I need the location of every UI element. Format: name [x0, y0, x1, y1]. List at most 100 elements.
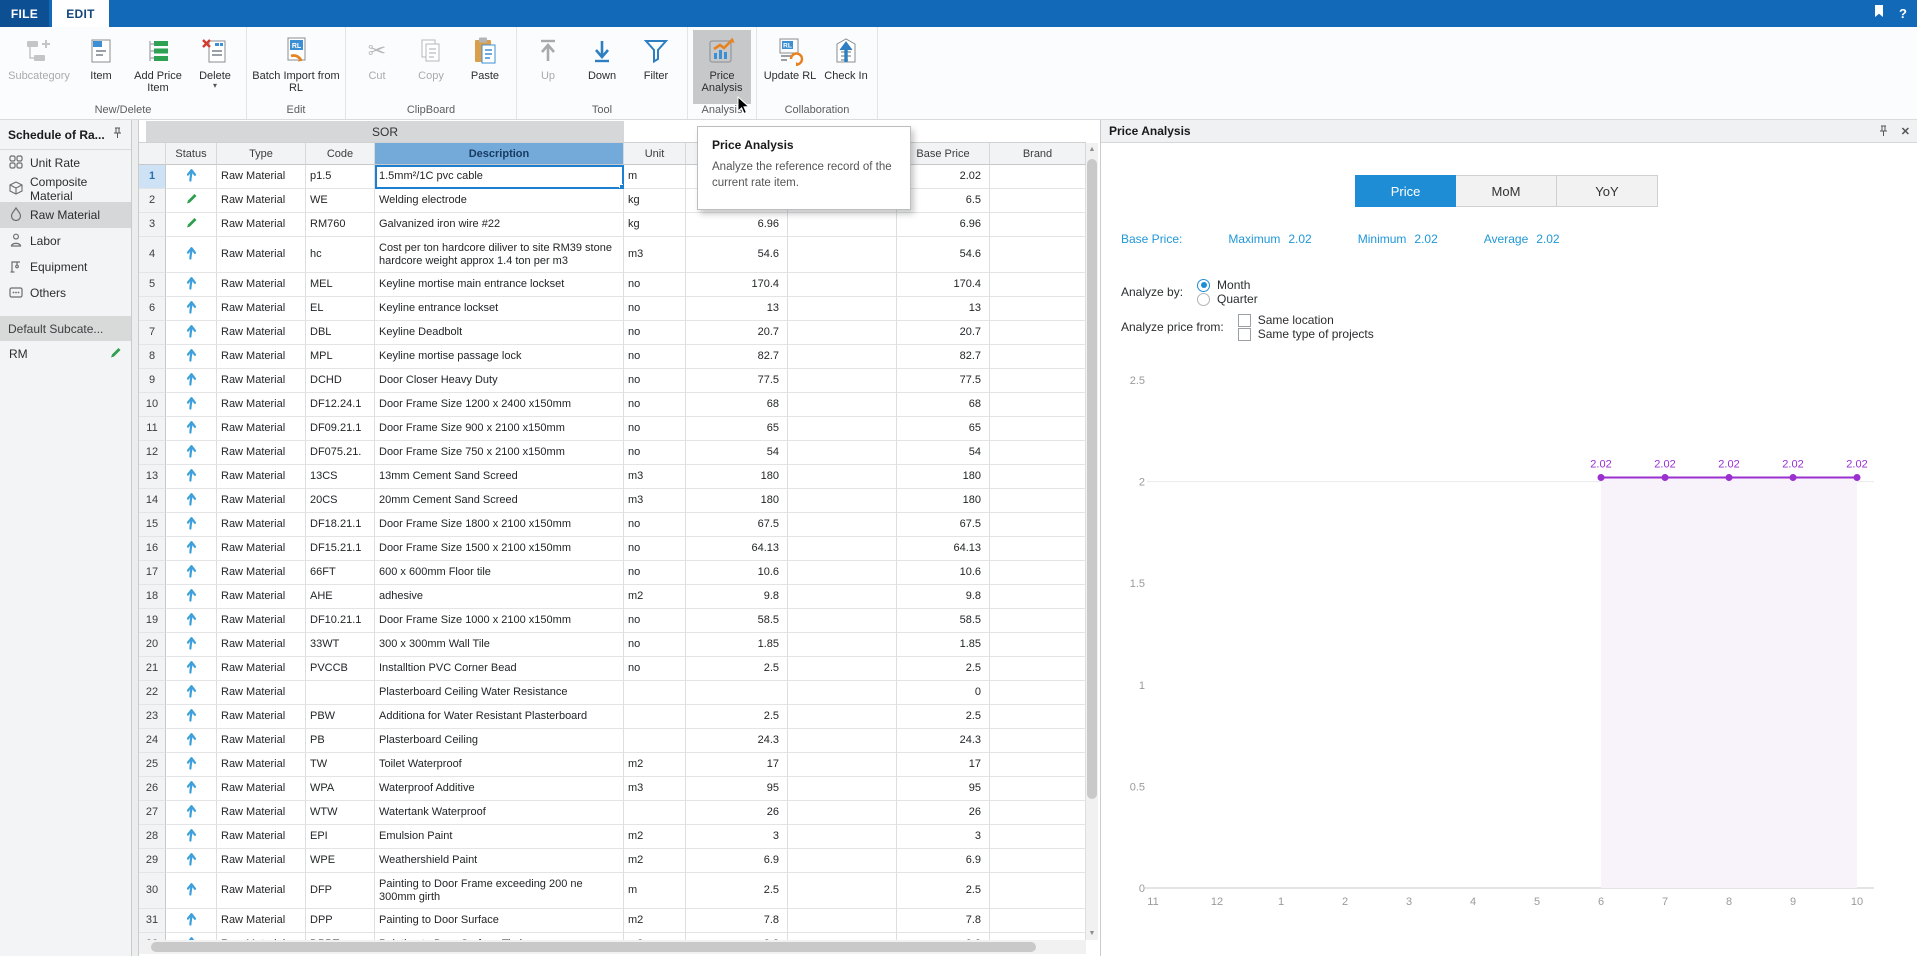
type-cell[interactable]: Raw Material — [217, 273, 306, 297]
unit-cell[interactable]: m2 — [624, 849, 686, 873]
unit-cell[interactable]: kg — [624, 189, 686, 213]
table-row[interactable]: 16Raw MaterialDF15.21.1Door Frame Size 1… — [139, 537, 1086, 561]
type-cell[interactable]: Raw Material — [217, 933, 306, 940]
status-cell[interactable] — [166, 189, 217, 213]
status-cell[interactable] — [166, 213, 217, 237]
item-button[interactable]: Item — [75, 30, 127, 104]
extra-cell[interactable] — [788, 633, 897, 657]
status-cell[interactable] — [166, 297, 217, 321]
rate-cell[interactable]: 7.8 — [686, 909, 788, 933]
brand-cell[interactable] — [990, 213, 1086, 237]
base-price-cell[interactable]: 20.7 — [897, 321, 990, 345]
description-cell[interactable]: Galvanized iron wire #22 — [375, 213, 624, 237]
sidebar-item-rm[interactable]: RM — [0, 341, 131, 367]
brand-cell[interactable] — [990, 393, 1086, 417]
brand-cell[interactable] — [990, 441, 1086, 465]
type-cell[interactable]: Raw Material — [217, 345, 306, 369]
rate-cell[interactable]: 95 — [686, 777, 788, 801]
checkbox-icon[interactable] — [1238, 314, 1251, 327]
description-cell[interactable]: 300 x 300mm Wall Tile — [375, 633, 624, 657]
description-cell[interactable]: Door Frame Size 1000 x 2100 x150mm — [375, 609, 624, 633]
code-cell[interactable]: hc — [306, 237, 375, 273]
rate-cell[interactable]: 54 — [686, 441, 788, 465]
brand-cell[interactable] — [990, 609, 1086, 633]
brand-cell[interactable] — [990, 849, 1086, 873]
row-number-cell[interactable]: 4 — [139, 237, 166, 273]
checkbox-same-location[interactable]: Same location — [1238, 313, 1374, 327]
unit-cell[interactable]: m — [624, 873, 686, 909]
unit-cell[interactable]: no — [624, 537, 686, 561]
type-cell[interactable]: Raw Material — [217, 513, 306, 537]
code-cell[interactable]: MPL — [306, 345, 375, 369]
down-button[interactable]: Down — [576, 30, 628, 104]
base-price-cell[interactable]: 8.2 — [897, 933, 990, 940]
base-price-cell[interactable]: 0 — [897, 681, 990, 705]
extra-cell[interactable] — [788, 393, 897, 417]
batch-import-from-rl-button[interactable]: RLBatch Import from RL — [252, 30, 340, 104]
description-cell[interactable]: Plasterboard Ceiling Water Resistance — [375, 681, 624, 705]
brand-cell[interactable] — [990, 537, 1086, 561]
brand-cell[interactable] — [990, 633, 1086, 657]
column-header-blank[interactable] — [139, 143, 166, 165]
row-number-cell[interactable]: 8 — [139, 345, 166, 369]
rate-cell[interactable]: 2.5 — [686, 657, 788, 681]
table-row[interactable]: 25Raw MaterialTWToilet Waterproofm21717 — [139, 753, 1086, 777]
type-cell[interactable]: Raw Material — [217, 441, 306, 465]
type-cell[interactable]: Raw Material — [217, 213, 306, 237]
extra-cell[interactable] — [788, 561, 897, 585]
code-cell[interactable]: EPI — [306, 825, 375, 849]
status-cell[interactable] — [166, 705, 217, 729]
row-number-cell[interactable]: 26 — [139, 777, 166, 801]
row-number-cell[interactable]: 10 — [139, 393, 166, 417]
base-price-cell[interactable]: 9.8 — [897, 585, 990, 609]
base-price-cell[interactable]: 67.5 — [897, 513, 990, 537]
table-row[interactable]: 2Raw MaterialWEWelding electrodekg6.5 — [139, 189, 1086, 213]
description-cell[interactable]: 600 x 600mm Floor tile — [375, 561, 624, 585]
radio-icon[interactable] — [1197, 279, 1210, 292]
status-cell[interactable] — [166, 909, 217, 933]
row-number-cell[interactable]: 25 — [139, 753, 166, 777]
checkbox-icon[interactable] — [1238, 328, 1251, 341]
row-number-cell[interactable]: 3 — [139, 213, 166, 237]
description-cell[interactable]: Waterproof Additive — [375, 777, 624, 801]
rate-cell[interactable]: 2.5 — [686, 873, 788, 909]
type-cell[interactable]: Raw Material — [217, 873, 306, 909]
unit-cell[interactable]: no — [624, 273, 686, 297]
unit-cell[interactable]: m3 — [624, 489, 686, 513]
type-cell[interactable]: Raw Material — [217, 585, 306, 609]
rate-cell[interactable]: 68 — [686, 393, 788, 417]
table-row[interactable]: 22Raw MaterialPlasterboard Ceiling Water… — [139, 681, 1086, 705]
check-in-button[interactable]: Check In — [820, 30, 872, 104]
row-number-cell[interactable]: 29 — [139, 849, 166, 873]
code-cell[interactable]: EL — [306, 297, 375, 321]
table-row[interactable]: 11Raw MaterialDF09.21.1Door Frame Size 9… — [139, 417, 1086, 441]
code-cell[interactable]: AHE — [306, 585, 375, 609]
rate-cell[interactable]: 180 — [686, 465, 788, 489]
brand-cell[interactable] — [990, 657, 1086, 681]
chevron-down-icon[interactable]: ▾ — [213, 82, 217, 90]
row-number-cell[interactable]: 14 — [139, 489, 166, 513]
row-number-cell[interactable]: 6 — [139, 297, 166, 321]
rate-cell[interactable]: 82.7 — [686, 345, 788, 369]
pin-icon[interactable] — [1878, 125, 1889, 137]
table-row[interactable]: 29Raw MaterialWPEWeathershield Paintm26.… — [139, 849, 1086, 873]
brand-cell[interactable] — [990, 273, 1086, 297]
row-number-cell[interactable]: 7 — [139, 321, 166, 345]
table-row[interactable]: 18Raw MaterialAHEadhesivem29.89.8 — [139, 585, 1086, 609]
extra-cell[interactable] — [788, 585, 897, 609]
horizontal-scrollbar-thumb[interactable] — [151, 942, 1036, 952]
status-cell[interactable] — [166, 537, 217, 561]
status-cell[interactable] — [166, 849, 217, 873]
status-cell[interactable] — [166, 753, 217, 777]
type-cell[interactable]: Raw Material — [217, 237, 306, 273]
status-cell[interactable] — [166, 873, 217, 909]
base-price-cell[interactable]: 54.6 — [897, 237, 990, 273]
row-number-cell[interactable]: 28 — [139, 825, 166, 849]
brand-cell[interactable] — [990, 297, 1086, 321]
extra-cell[interactable] — [788, 345, 897, 369]
brand-cell[interactable] — [990, 489, 1086, 513]
status-cell[interactable] — [166, 165, 217, 189]
type-cell[interactable]: Raw Material — [217, 825, 306, 849]
status-cell[interactable] — [166, 633, 217, 657]
status-cell[interactable] — [166, 369, 217, 393]
